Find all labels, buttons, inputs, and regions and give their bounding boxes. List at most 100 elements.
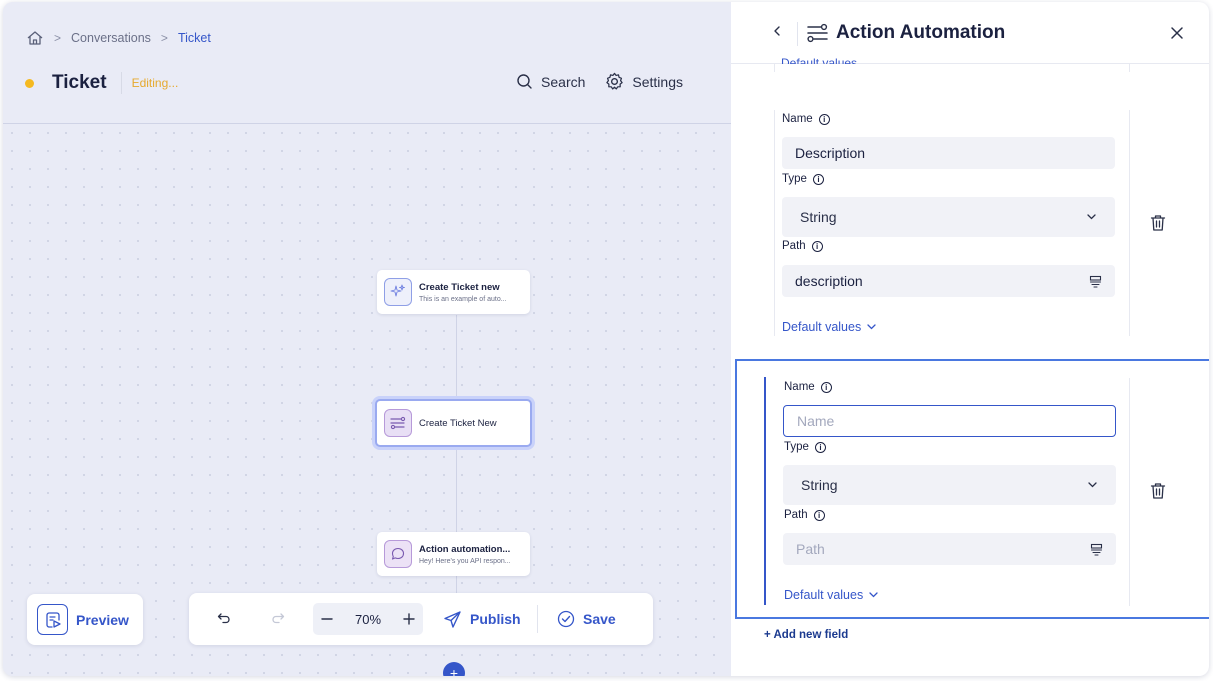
zoom-control: 70% bbox=[313, 603, 423, 635]
settings-label: Settings bbox=[632, 73, 683, 90]
name-label-text: Name bbox=[782, 113, 813, 125]
publish-button[interactable]: Publish bbox=[443, 593, 521, 645]
divider bbox=[774, 110, 775, 336]
flow-node-message[interactable]: Action automation... Hey! Here's you API… bbox=[377, 532, 530, 576]
default-values-toggle[interactable]: Default values bbox=[784, 588, 879, 602]
info-icon[interactable]: i bbox=[814, 441, 826, 453]
path-label-text: Path bbox=[784, 509, 808, 521]
info-icon[interactable]: i bbox=[813, 509, 825, 521]
zoom-in-button[interactable] bbox=[403, 613, 415, 625]
chevron-down-icon bbox=[869, 592, 878, 598]
default-values-toggle[interactable]: Default values bbox=[782, 320, 877, 334]
publish-label: Publish bbox=[470, 611, 521, 627]
node-title: Action automation... bbox=[419, 543, 511, 555]
add-new-field-button[interactable]: + Add new field bbox=[764, 629, 848, 641]
path-label: Path i bbox=[782, 240, 823, 252]
preview-label: Preview bbox=[76, 611, 129, 628]
status-dot bbox=[25, 78, 34, 88]
panel-title: Action Automation bbox=[836, 22, 1006, 43]
type-label: Type i bbox=[782, 173, 824, 185]
node-subtitle: This is an example of auto... bbox=[419, 295, 507, 303]
path-field-value: description bbox=[795, 273, 863, 289]
info-icon[interactable]: i bbox=[818, 113, 830, 125]
chevron-down-icon bbox=[867, 324, 876, 330]
node-title: Create Ticket new bbox=[419, 281, 500, 293]
path-picker-icon[interactable] bbox=[1089, 275, 1102, 288]
breadcrumb-item-current[interactable]: Ticket bbox=[178, 31, 211, 45]
chevron-right-icon: > bbox=[54, 31, 62, 45]
default-values-label: Default values bbox=[784, 588, 864, 602]
settings-button[interactable]: Settings bbox=[605, 72, 683, 91]
undo-icon bbox=[217, 613, 230, 624]
name-field[interactable]: Name bbox=[783, 405, 1116, 437]
send-icon bbox=[444, 610, 461, 628]
breadcrumb-item-conversations[interactable]: Conversations bbox=[71, 31, 151, 45]
breadcrumb: > Conversations > Ticket bbox=[26, 30, 211, 46]
check-circle-icon bbox=[557, 610, 575, 628]
chevron-left-icon bbox=[774, 26, 780, 36]
divider bbox=[797, 22, 798, 46]
divider bbox=[120, 72, 122, 94]
trash-icon bbox=[1150, 215, 1166, 231]
undo-button[interactable] bbox=[217, 611, 231, 625]
node-connector bbox=[456, 576, 457, 594]
action-automation-panel: Action Automation Default values Name i … bbox=[731, 2, 1209, 676]
trash-icon bbox=[1150, 483, 1166, 499]
editing-status: Editing... bbox=[131, 76, 179, 90]
name-label: Name i bbox=[784, 381, 832, 393]
default-values-link-cutoff[interactable]: Default values bbox=[781, 52, 857, 64]
flow-node-action-selected[interactable]: Create Ticket New bbox=[375, 399, 532, 447]
back-button[interactable] bbox=[771, 24, 783, 43]
node-subtitle: Hey! Here's you API respon... bbox=[419, 557, 511, 565]
name-field[interactable]: Description bbox=[782, 137, 1115, 169]
info-icon[interactable]: i bbox=[812, 173, 824, 185]
type-select-value: String bbox=[800, 209, 837, 225]
info-icon[interactable]: i bbox=[820, 381, 832, 393]
node-title: Create Ticket New bbox=[419, 417, 497, 429]
automation-icon bbox=[805, 22, 831, 49]
save-button[interactable]: Save bbox=[557, 593, 616, 645]
title-row: Ticket Editing... bbox=[25, 72, 178, 94]
bottom-toolbar: 70% Publish Save bbox=[189, 593, 653, 645]
type-select-value: String bbox=[801, 477, 838, 493]
type-label-text: Type bbox=[782, 173, 807, 185]
zoom-out-button[interactable] bbox=[321, 613, 333, 625]
divider bbox=[774, 64, 775, 72]
search-button[interactable]: Search bbox=[516, 73, 585, 90]
path-label-text: Path bbox=[782, 240, 806, 252]
node-connector bbox=[456, 315, 457, 401]
home-icon[interactable] bbox=[26, 30, 44, 46]
preview-button[interactable]: Preview bbox=[27, 594, 143, 645]
divider bbox=[537, 605, 538, 633]
path-label: Path i bbox=[784, 509, 825, 521]
flow-node-ai[interactable]: Create Ticket new This is an example of … bbox=[377, 270, 530, 314]
divider bbox=[1129, 64, 1130, 72]
path-picker-icon[interactable] bbox=[1090, 543, 1103, 556]
sparkle-icon bbox=[384, 278, 412, 306]
app-window: > Conversations > Ticket Ticket Editing.… bbox=[3, 2, 1209, 676]
delete-field-button[interactable] bbox=[1150, 214, 1166, 237]
chevron-right-icon: > bbox=[160, 31, 168, 45]
node-connector bbox=[456, 448, 457, 532]
close-icon bbox=[1171, 27, 1183, 39]
flow-editor: > Conversations > Ticket Ticket Editing.… bbox=[3, 2, 731, 676]
type-label: Type i bbox=[784, 441, 826, 453]
preview-icon bbox=[37, 604, 68, 635]
name-label-text: Name bbox=[784, 381, 815, 393]
chevron-down-icon bbox=[1087, 214, 1096, 220]
path-field[interactable]: description bbox=[782, 265, 1115, 297]
path-field[interactable]: Path bbox=[783, 533, 1116, 565]
page-title: Ticket bbox=[52, 72, 107, 93]
search-label: Search bbox=[541, 73, 586, 90]
gear-icon bbox=[606, 72, 624, 90]
name-label: Name i bbox=[782, 113, 830, 125]
type-select[interactable]: String bbox=[783, 465, 1116, 505]
divider bbox=[1129, 110, 1130, 336]
path-field-placeholder: Path bbox=[796, 541, 825, 557]
delete-field-button[interactable] bbox=[1150, 482, 1166, 505]
close-button[interactable] bbox=[1169, 25, 1185, 46]
info-icon[interactable]: i bbox=[811, 240, 823, 252]
type-select[interactable]: String bbox=[782, 197, 1115, 237]
chat-bubble-icon bbox=[384, 540, 412, 568]
redo-button[interactable] bbox=[271, 611, 285, 625]
